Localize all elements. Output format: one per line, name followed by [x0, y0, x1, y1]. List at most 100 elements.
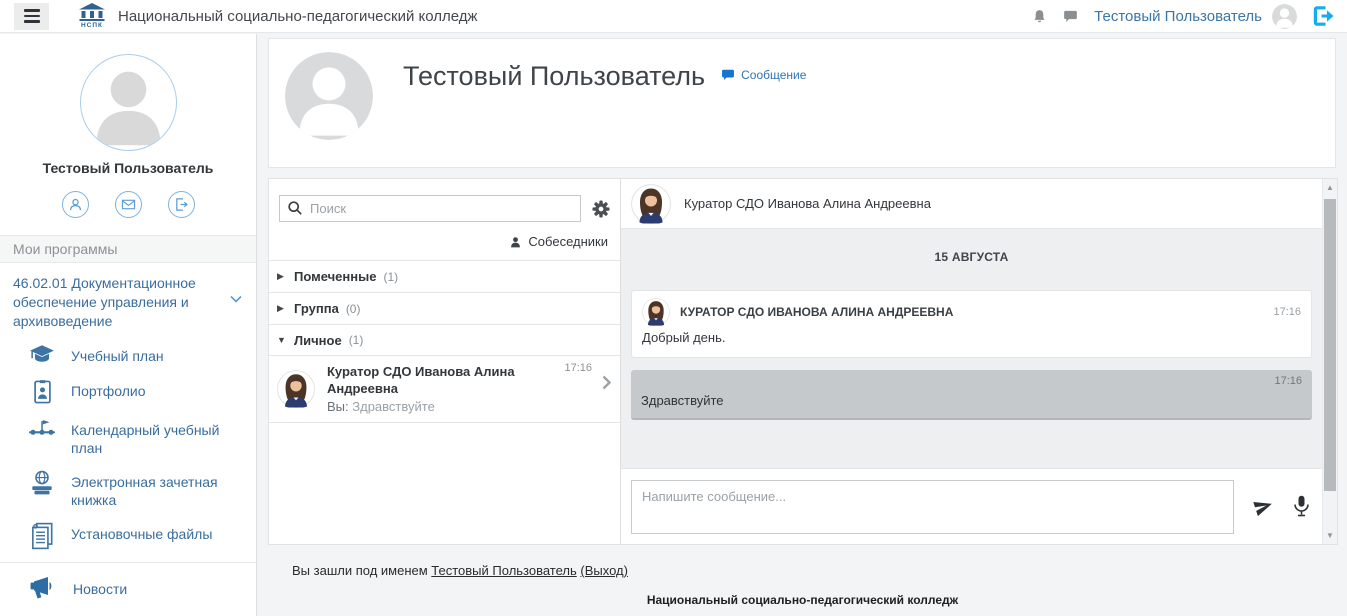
sidebar-item-setup-files[interactable]: Установочные файлы — [28, 521, 248, 550]
message-time: 17:16 — [1273, 306, 1301, 318]
program-subnav: Учебный план Портфолио — [0, 337, 256, 550]
message-bubble-icon[interactable] — [1063, 9, 1078, 24]
chevron-down-icon — [230, 295, 242, 303]
chat-input-area — [621, 468, 1322, 544]
topbar-user-link[interactable]: Тестовый Пользователь — [1094, 8, 1262, 25]
group-count: (1) — [383, 270, 398, 284]
group-starred[interactable]: ▶ Помеченные (1) — [269, 260, 620, 292]
footer: Вы зашли под именем Тестовый Пользовател… — [258, 563, 1347, 607]
microphone-icon — [1293, 495, 1310, 518]
chat-column: Куратор СДО Иванова Алина Андреевна 15 А… — [621, 179, 1322, 544]
sidebar-item-label: Календарный учебный план — [71, 417, 248, 457]
footer-logout-link[interactable]: (Выход) — [580, 563, 628, 578]
gear-icon[interactable] — [592, 200, 610, 218]
voice-button[interactable] — [1293, 495, 1310, 518]
chat-body: 15 АВГУСТА КУРАТОР СДО ИВАНОВА АЛИНА АНД… — [621, 229, 1322, 468]
sidebar-user-name: Тестовый Пользователь — [0, 160, 256, 176]
outgoing-message: 17:16 Здравствуйте — [631, 370, 1312, 420]
contacts-column: Собеседники ▶ Помеченные (1) ▶ Группа (0… — [269, 179, 621, 544]
chevron-right-icon — [602, 375, 611, 390]
hamburger-icon[interactable] — [14, 3, 49, 30]
sidebar-item-calendar-plan[interactable]: Календарный учебный план — [28, 417, 248, 457]
sidebar: Тестовый Пользователь Мои программы 46.0… — [0, 34, 257, 616]
programs-section-header: Мои программы — [0, 236, 256, 263]
college-logo-text: НСПК — [81, 22, 103, 29]
triangle-expanded-icon: ▼ — [277, 335, 287, 345]
group-count: (0) — [346, 302, 361, 316]
chat-contact-avatar — [631, 184, 671, 224]
sidebar-item-label: Учебный план — [71, 343, 164, 365]
conversation-preview: Вы: Здравствуйте — [327, 398, 586, 415]
scroll-up-icon[interactable]: ▲ — [1323, 183, 1337, 192]
messaging-panel: Собеседники ▶ Помеченные (1) ▶ Группа (0… — [268, 178, 1338, 545]
logout-icon[interactable] — [1311, 5, 1335, 27]
incoming-message: КУРАТОР СДО ИВАНОВА АЛИНА АНДРЕЕВНА 17:1… — [631, 290, 1312, 358]
group-group[interactable]: ▶ Группа (0) — [269, 292, 620, 324]
send-message-link[interactable]: Сообщение — [721, 68, 806, 82]
footer-login-text: Вы зашли под именем Тестовый Пользовател… — [258, 563, 1347, 578]
topbar: НСПК Национальный социально-педагогическ… — [0, 0, 1347, 33]
search-icon — [287, 200, 303, 216]
profile-icon[interactable] — [62, 191, 89, 218]
message-text: Добрый день. — [632, 328, 1311, 357]
main-content: Тестовый Пользователь Сообщение — [258, 33, 1347, 616]
person-icon — [509, 235, 522, 248]
message-input[interactable] — [631, 480, 1234, 534]
paper-plane-icon — [1253, 496, 1274, 517]
files-icon — [28, 521, 56, 550]
message-sender: КУРАТОР СДО ИВАНОВА АЛИНА АНДРЕЕВНА — [680, 305, 953, 319]
date-separator: 15 АВГУСТА — [631, 250, 1312, 264]
send-button[interactable] — [1253, 496, 1274, 517]
triangle-collapsed-icon: ▶ — [277, 303, 287, 314]
conversation-avatar — [277, 370, 315, 408]
sidebar-item-label: Портфолио — [71, 378, 146, 400]
group-label: Личное — [294, 333, 342, 348]
scrollbar-thumb[interactable] — [1324, 199, 1336, 491]
college-logo-icon[interactable]: НСПК — [79, 3, 105, 29]
program-title-text: 46.02.01 Документационное обеспечение уп… — [13, 275, 196, 329]
chat-header: Куратор СДО Иванова Алина Андреевна — [621, 179, 1322, 229]
program-title-link[interactable]: 46.02.01 Документационное обеспечение уп… — [0, 263, 256, 337]
conversation-name: Куратор СДО Иванова Алина Андреевна — [327, 363, 586, 397]
conversation-time: 17:16 — [564, 362, 592, 374]
send-message-label: Сообщение — [741, 68, 806, 82]
group-label: Помеченные — [294, 269, 376, 284]
gradebook-icon — [28, 469, 56, 497]
exit-icon[interactable] — [168, 191, 195, 218]
graduation-cap-icon — [28, 343, 56, 366]
topbar-avatar-icon[interactable] — [1272, 4, 1297, 29]
profile-card: Тестовый Пользователь Сообщение — [268, 38, 1336, 168]
message-bubble-icon — [721, 68, 735, 82]
footer-user-link[interactable]: Тестовый Пользователь — [431, 563, 576, 578]
preview-prefix: Вы: — [327, 399, 349, 414]
chat-scrollbar: ▲ ▼ — [1322, 179, 1337, 544]
footer-college-name: Национальный социально-педагогический ко… — [258, 593, 1347, 607]
group-private[interactable]: ▼ Личное (1) — [269, 324, 620, 356]
sidebar-item-gradebook[interactable]: Электронная зачетная книжка — [28, 469, 248, 509]
envelope-icon[interactable] — [115, 191, 142, 218]
sidebar-item-label: Установочные файлы — [71, 521, 212, 543]
scroll-down-icon[interactable]: ▼ — [1323, 531, 1337, 540]
group-label: Группа — [294, 301, 339, 316]
contacts-label: Собеседники — [528, 234, 608, 249]
sidebar-item-news[interactable]: Новости — [0, 562, 256, 615]
sidebar-item-curriculum[interactable]: Учебный план — [28, 343, 248, 366]
bell-icon[interactable] — [1032, 9, 1047, 24]
sidebar-item-label: Электронная зачетная книжка — [71, 469, 248, 509]
triangle-collapsed-icon: ▶ — [277, 271, 287, 282]
message-text: Здравствуйте — [641, 393, 1302, 408]
profile-page-avatar — [285, 52, 373, 140]
contacts-toggle[interactable]: Собеседники — [269, 222, 620, 260]
footer-login-prefix: Вы зашли под именем — [292, 563, 428, 578]
timeline-icon — [28, 417, 56, 438]
college-logo-emblem — [79, 3, 105, 21]
search-input[interactable] — [279, 195, 581, 222]
sidebar-item-portfolio[interactable]: Портфолио — [28, 378, 248, 405]
preview-text: Здравствуйте — [352, 399, 435, 414]
group-count: (1) — [349, 333, 364, 347]
app-root: НСПК Национальный социально-педагогическ… — [0, 0, 1347, 616]
sidebar-avatar-icon — [80, 54, 177, 151]
megaphone-icon — [28, 576, 58, 602]
conversation-item[interactable]: Куратор СДО Иванова Алина Андреевна Вы: … — [269, 356, 620, 423]
site-title: Национальный социально-педагогический ко… — [118, 8, 478, 25]
